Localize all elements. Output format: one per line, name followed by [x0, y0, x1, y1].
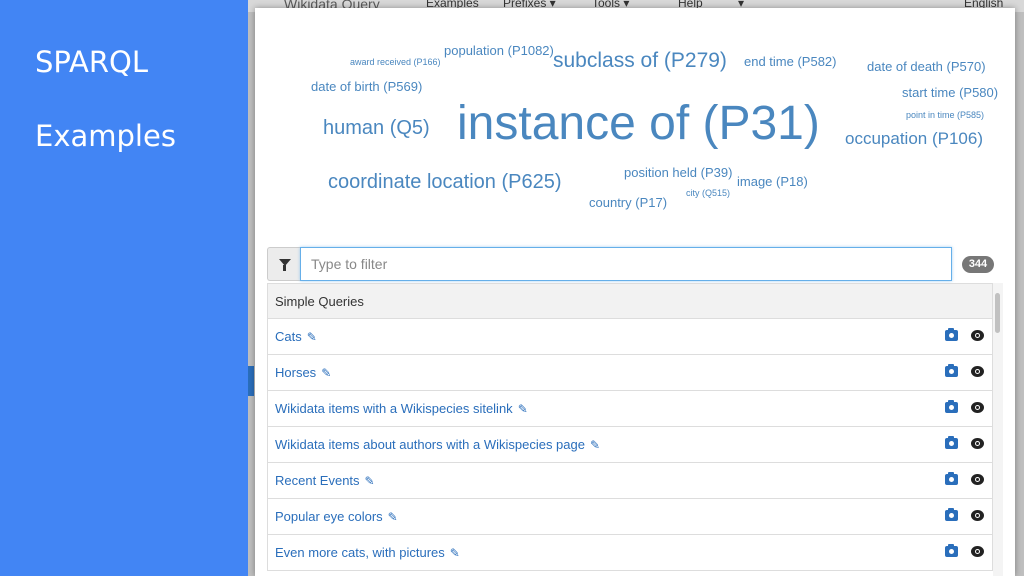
camera-icon[interactable] — [945, 508, 958, 521]
example-list: Simple Queries Cats ✎ Horses ✎ Wikidata it… — [267, 283, 993, 576]
cloud-word[interactable]: subclass of (P279) — [553, 49, 727, 73]
cloud-word[interactable]: image (P18) — [737, 174, 808, 189]
result-count-badge: 344 — [962, 256, 994, 273]
cloud-word[interactable]: end time (P582) — [744, 54, 837, 69]
example-link[interactable]: Popular eye colors — [275, 509, 383, 524]
camera-icon[interactable] — [945, 364, 958, 377]
pencil-icon[interactable]: ✎ — [321, 356, 331, 391]
list-item[interactable]: Horses ✎ — [267, 355, 993, 391]
example-link[interactable]: Wikidata items about authors with a Wiki… — [275, 437, 585, 452]
filter-input[interactable] — [300, 247, 952, 281]
cloud-word[interactable]: city (Q515) — [686, 188, 730, 198]
filter-icon-stem — [283, 265, 286, 271]
eye-icon[interactable] — [971, 546, 984, 557]
eye-icon[interactable] — [971, 438, 984, 449]
example-link[interactable]: Recent Events — [275, 473, 360, 488]
list-item[interactable]: Cats ✎ — [267, 319, 993, 355]
example-link[interactable]: Wikidata items with a Wikispecies siteli… — [275, 401, 513, 416]
example-link[interactable]: Horses — [275, 365, 316, 380]
background-blue-tab — [248, 366, 254, 396]
pencil-icon[interactable]: ✎ — [307, 320, 317, 355]
list-item[interactable]: Even more cats, with pictures ✎ — [267, 535, 993, 571]
cloud-word[interactable]: point in time (P585) — [906, 110, 984, 120]
slide-title-panel: SPARQL Examples — [0, 0, 248, 576]
cloud-word[interactable]: coordinate location (P625) — [328, 171, 561, 194]
list-category-header: Simple Queries — [267, 283, 993, 319]
pencil-icon[interactable]: ✎ — [518, 392, 528, 427]
camera-icon[interactable] — [945, 472, 958, 485]
filter-bar: 344 — [267, 247, 994, 281]
pencil-icon[interactable]: ✎ — [590, 428, 600, 463]
slide-subtitle: Examples — [35, 119, 176, 153]
list-item[interactable]: Recent Events ✎ — [267, 463, 993, 499]
cloud-word[interactable]: position held (P39) — [624, 165, 732, 180]
camera-icon[interactable] — [945, 328, 958, 341]
camera-icon[interactable] — [945, 400, 958, 413]
scrollbar-thumb[interactable] — [995, 293, 1000, 333]
camera-icon[interactable] — [945, 436, 958, 449]
slide-title: SPARQL — [35, 45, 149, 79]
pencil-icon[interactable]: ✎ — [388, 500, 398, 535]
cloud-word[interactable]: date of death (P570) — [867, 59, 986, 74]
list-scrollbar[interactable] — [993, 283, 1003, 576]
list-item[interactable]: Wikidata items with a Wikispecies siteli… — [267, 391, 993, 427]
list-item[interactable]: Wikidata items about authors with a Wiki… — [267, 427, 993, 463]
eye-icon[interactable] — [971, 366, 984, 377]
cloud-word[interactable]: award received (P166) — [350, 57, 441, 67]
eye-icon[interactable] — [971, 510, 984, 521]
cloud-word[interactable]: occupation (P106) — [845, 129, 983, 149]
pencil-icon[interactable]: ✎ — [450, 536, 460, 571]
cloud-word[interactable]: start time (P580) — [902, 85, 998, 100]
cloud-word[interactable]: human (Q5) — [323, 117, 430, 140]
cloud-word[interactable]: date of birth (P569) — [311, 79, 422, 94]
cloud-word[interactable]: population (P1082) — [444, 43, 554, 58]
eye-icon[interactable] — [971, 402, 984, 413]
eye-icon[interactable] — [971, 474, 984, 485]
examples-dialog: award received (P166) population (P1082)… — [255, 8, 1015, 576]
pencil-icon[interactable]: ✎ — [365, 464, 375, 499]
property-word-cloud: award received (P166) population (P1082)… — [255, 8, 1015, 238]
list-item[interactable]: Popular eye colors ✎ — [267, 499, 993, 535]
cloud-word[interactable]: country (P17) — [589, 195, 667, 210]
filter-icon-box — [267, 247, 300, 281]
eye-icon[interactable] — [971, 330, 984, 341]
example-link[interactable]: Even more cats, with pictures — [275, 545, 445, 560]
cloud-word[interactable]: instance of (P31) — [457, 96, 820, 151]
camera-icon[interactable] — [945, 544, 958, 557]
example-link[interactable]: Cats — [275, 329, 302, 344]
